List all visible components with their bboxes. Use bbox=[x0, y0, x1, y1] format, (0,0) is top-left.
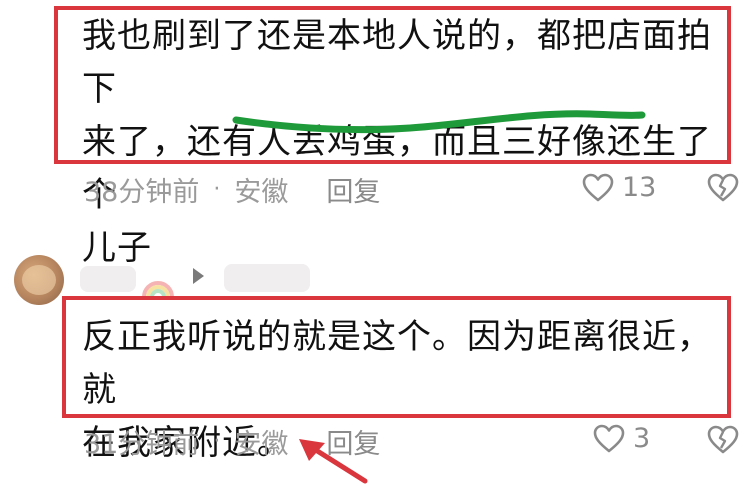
comment-1-line-3: 儿子 bbox=[82, 228, 152, 268]
avatar[interactable] bbox=[14, 255, 64, 305]
comment-1-like-button[interactable]: 13 bbox=[582, 172, 656, 203]
comment-1-meta: 38分钟前 · 安徽 回复 bbox=[84, 170, 380, 209]
meta-separator: · bbox=[213, 177, 221, 202]
comment-2-location: 安徽 bbox=[234, 429, 289, 460]
heart-outline-icon bbox=[593, 424, 625, 452]
comment-1-like-count: 13 bbox=[622, 172, 657, 203]
comment-1-time: 38分钟前 bbox=[84, 177, 200, 208]
comment-2-time: 31分钟前 bbox=[84, 429, 200, 460]
meta-separator: · bbox=[213, 429, 221, 454]
comment-1-text: 我也刷到了还是本地人说的，都把店面拍下 来了，还有人丢鸡蛋，而且三好像还生了个 … bbox=[82, 10, 746, 275]
red-arrow-annotation bbox=[299, 439, 368, 484]
triangle-right-icon bbox=[193, 268, 204, 284]
comment-1-reply-button[interactable]: 回复 bbox=[326, 170, 380, 209]
heart-outline-icon bbox=[582, 173, 614, 201]
reply-target-blurred[interactable] bbox=[224, 264, 310, 292]
comment-1-location: 安徽 bbox=[234, 177, 289, 208]
comment-2-line-1: 反正我听说的就是这个。因为距离很近，就 bbox=[82, 317, 712, 410]
username-blurred[interactable] bbox=[80, 266, 136, 292]
green-underline-annotation bbox=[232, 110, 646, 134]
comment-2-like-count: 3 bbox=[633, 423, 651, 454]
broken-heart-icon[interactable] bbox=[706, 425, 740, 455]
broken-heart-icon[interactable] bbox=[706, 173, 740, 203]
comment-2-like-button[interactable]: 3 bbox=[593, 423, 650, 454]
comment-1-line-1: 我也刷到了还是本地人说的，都把店面拍下 bbox=[82, 16, 712, 109]
